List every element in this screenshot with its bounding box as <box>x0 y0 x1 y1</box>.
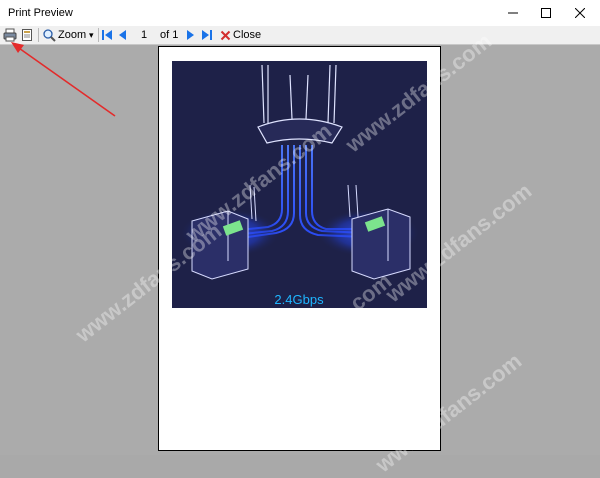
close-label: Close <box>233 29 262 41</box>
minimize-button[interactable] <box>496 0 530 26</box>
first-page-button[interactable] <box>101 27 113 43</box>
next-page-icon <box>187 30 194 40</box>
close-preview-button[interactable]: Close <box>220 27 261 43</box>
last-page-icon <box>202 30 212 40</box>
zoom-dropdown[interactable]: ▾ <box>89 27 94 43</box>
window-title: Print Preview <box>8 7 73 19</box>
toolbar-separator <box>38 28 39 42</box>
close-icon <box>575 8 585 18</box>
next-page-button[interactable] <box>186 27 196 43</box>
previous-page-icon <box>119 30 126 40</box>
maximize-button[interactable] <box>529 0 563 26</box>
image-caption: 2.4Gbps <box>274 292 324 307</box>
router-illustration: 2.4Gbps <box>172 61 427 308</box>
page-number-input[interactable] <box>137 28 151 41</box>
close-window-button[interactable] <box>563 0 597 26</box>
page-count-label-wrap: of 1 <box>160 27 178 43</box>
maximize-icon <box>541 8 551 18</box>
printer-icon <box>3 28 17 42</box>
chevron-down-icon: ▾ <box>89 29 94 40</box>
zoom-label: Zoom <box>58 29 87 41</box>
zoom-button[interactable]: Zoom <box>42 27 86 43</box>
close-x-icon <box>220 30 231 40</box>
last-page-button[interactable] <box>201 27 213 43</box>
minimize-icon <box>508 12 518 14</box>
first-page-icon <box>102 30 112 40</box>
page-setup-button[interactable] <box>20 27 34 43</box>
page-setup-icon <box>22 29 32 41</box>
print-preview-window: Print Preview Zoom ▾ 1 of 1 Close 2.4Gbp… <box>0 0 600 477</box>
previous-page-button[interactable] <box>117 27 127 43</box>
toolbar-separator <box>98 28 99 42</box>
print-button[interactable] <box>3 27 17 43</box>
page-count-label: of 1 <box>160 29 179 41</box>
preview-toolbar: Zoom ▾ of 1 <box>0 26 600 45</box>
magnifier-icon <box>43 29 56 42</box>
title-bar: Print Preview <box>0 0 600 26</box>
